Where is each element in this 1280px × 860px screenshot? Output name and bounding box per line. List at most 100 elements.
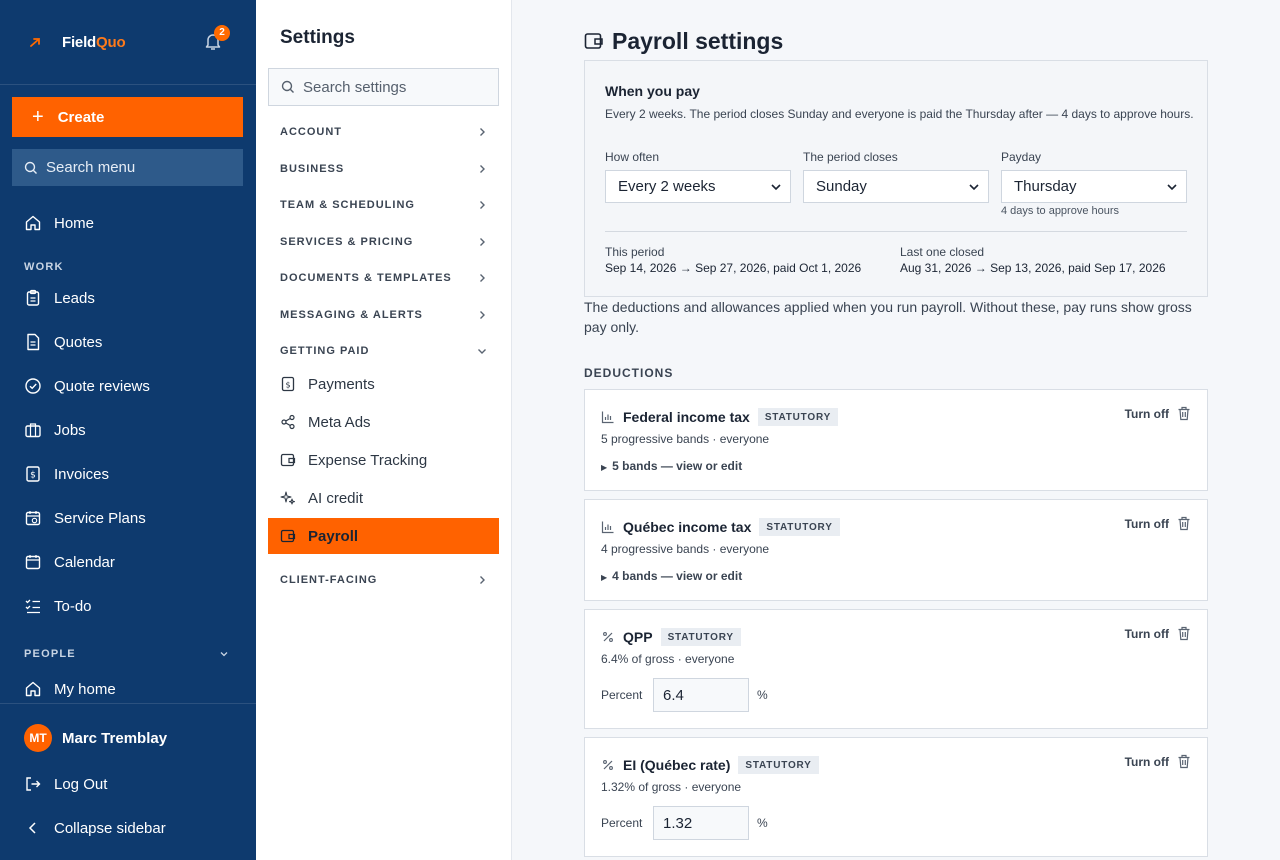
- statutory-badge: STATUTORY: [757, 408, 839, 426]
- nav-label: Jobs: [54, 421, 86, 439]
- chevron-left-icon: [28, 822, 36, 834]
- turn-off-button[interactable]: Turn off: [1125, 517, 1169, 531]
- nav-item-service-plans[interactable]: Service Plans: [24, 506, 146, 530]
- payday-select[interactable]: Thursday: [1001, 170, 1187, 203]
- divider: [0, 84, 256, 85]
- settings-item-payments[interactable]: $ Payments: [280, 373, 375, 395]
- percent-input[interactable]: [653, 678, 749, 712]
- category-services-pricing[interactable]: SERVICES & PRICING: [280, 233, 488, 251]
- user-profile[interactable]: MT Marc Tremblay: [24, 724, 167, 752]
- category-messaging-alerts[interactable]: MESSAGING & ALERTS: [280, 306, 488, 324]
- search-icon: [24, 161, 37, 174]
- collapse-sidebar-button[interactable]: Collapse sidebar: [24, 816, 166, 840]
- trash-icon[interactable]: [1177, 406, 1191, 421]
- deduction-name: EI (Québec rate): [623, 757, 731, 773]
- nav-item-quote-reviews[interactable]: Quote reviews: [24, 374, 150, 398]
- home-icon: [25, 215, 41, 231]
- chevron-right-icon: [480, 165, 485, 173]
- nav-label: Collapse sidebar: [54, 819, 166, 837]
- deduction-summary: 6.4% of gross · everyone: [601, 652, 735, 666]
- wallet-icon: [280, 453, 296, 467]
- nav-item-calendar[interactable]: Calendar: [24, 550, 115, 574]
- main-content: Payroll settings When you pay Every 2 we…: [512, 0, 1280, 860]
- deduction-title: EI (Québec rate) STATUTORY: [601, 756, 819, 774]
- category-team-scheduling[interactable]: TEAM & SCHEDULING: [280, 196, 488, 214]
- percent-unit: %: [757, 816, 768, 830]
- nav-item-to-do[interactable]: To-do: [24, 594, 92, 618]
- nav-label: Quotes: [54, 333, 103, 351]
- trash-icon[interactable]: [1177, 516, 1191, 531]
- wallet-icon: [280, 529, 296, 543]
- bar-chart-icon: [601, 521, 614, 534]
- category-documents-templates[interactable]: DOCUMENTS & TEMPLATES: [280, 269, 488, 287]
- nav-item-invoices[interactable]: $ Invoices: [24, 462, 109, 486]
- settings-item-payroll[interactable]: Payroll: [268, 518, 499, 554]
- nav-item-my-home[interactable]: My home: [24, 677, 116, 701]
- svg-text:$: $: [30, 471, 36, 481]
- nav-section-people: PEOPLE: [24, 648, 76, 660]
- category-label: DOCUMENTS & TEMPLATES: [280, 272, 452, 284]
- settings-item-label: Payments: [308, 375, 375, 393]
- settings-search-placeholder: Search settings: [303, 78, 407, 96]
- deduction-card: Québec income tax STATUTORY 4 progressiv…: [584, 499, 1208, 601]
- logout-button[interactable]: Log Out: [24, 772, 107, 796]
- bands-toggle[interactable]: ▶ 4 bands — view or edit: [601, 569, 742, 583]
- category-client-facing[interactable]: CLIENT-FACING: [280, 571, 488, 589]
- nav-item-leads[interactable]: Leads: [24, 286, 95, 310]
- sparkles-icon: [280, 491, 295, 505]
- this-period-label: This period: [605, 245, 665, 259]
- disclosure-triangle-icon: ▶: [601, 573, 608, 582]
- nav-label: Home: [54, 214, 95, 232]
- settings-item-ai-credit[interactable]: AI credit: [280, 487, 363, 509]
- settings-item-label: Expense Tracking: [308, 451, 428, 469]
- chevron-right-icon: [480, 576, 485, 584]
- nav-label: To-do: [54, 597, 92, 615]
- user-name: Marc Tremblay: [62, 729, 168, 747]
- search-menu-input[interactable]: Search menu: [12, 149, 243, 186]
- trash-icon[interactable]: [1177, 626, 1191, 641]
- chevron-down-icon: [969, 183, 979, 190]
- deductions-intro: The deductions and allowances applied wh…: [584, 299, 1192, 335]
- nav-item-quotes[interactable]: Quotes: [24, 330, 102, 354]
- category-label: BUSINESS: [280, 163, 345, 175]
- bands-toggle[interactable]: ▶ 5 bands — view or edit: [601, 459, 742, 473]
- how-often-select[interactable]: Every 2 weeks: [605, 170, 791, 203]
- deduction-card: QPP STATUTORY 6.4% of gross · everyone P…: [584, 609, 1208, 729]
- category-account[interactable]: ACCOUNT: [280, 123, 488, 141]
- percent-input[interactable]: [653, 806, 749, 840]
- chevron-down-icon[interactable]: [219, 649, 229, 659]
- percent-unit: %: [757, 688, 768, 702]
- deduction-name: QPP: [623, 629, 653, 645]
- payday-hint: 4 days to approve hours: [1001, 205, 1120, 217]
- create-button[interactable]: + Create: [12, 97, 243, 137]
- brand-name: FieldQuo: [62, 33, 126, 51]
- trash-icon[interactable]: [1177, 754, 1191, 769]
- settings-search-input[interactable]: Search settings: [268, 68, 499, 106]
- category-getting-paid[interactable]: GETTING PAID: [280, 342, 488, 360]
- turn-off-button[interactable]: Turn off: [1125, 407, 1169, 421]
- settings-title: Settings: [280, 27, 355, 48]
- home-icon: [25, 681, 41, 697]
- nav-item-home[interactable]: Home: [24, 211, 94, 235]
- nav-label: My home: [54, 680, 116, 698]
- category-business[interactable]: BUSINESS: [280, 160, 488, 178]
- wallet-icon: [584, 33, 603, 49]
- brand-logo[interactable]: FieldQuo: [24, 28, 126, 56]
- settings-item-expense-tracking[interactable]: Expense Tracking: [280, 449, 427, 471]
- bands-toggle-label: 4 bands — view or edit: [612, 569, 743, 583]
- calendar-icon: [25, 555, 41, 570]
- page-title-text: Payroll settings: [612, 27, 784, 54]
- period-closes-select[interactable]: Sunday: [803, 170, 989, 203]
- turn-off-button[interactable]: Turn off: [1125, 755, 1169, 769]
- nav-label: Log Out: [54, 775, 108, 793]
- settings-item-meta-ads[interactable]: Meta Ads: [280, 411, 371, 433]
- nav-item-jobs[interactable]: Jobs: [24, 418, 86, 442]
- turn-off-button[interactable]: Turn off: [1125, 627, 1169, 641]
- period-closes-label: The period closes: [803, 150, 898, 164]
- nav-label: Leads: [54, 289, 95, 307]
- how-often-label: How often: [605, 150, 660, 164]
- search-menu-placeholder: Search menu: [46, 159, 136, 176]
- category-label: MESSAGING & ALERTS: [280, 309, 423, 321]
- percent-icon: [603, 760, 613, 770]
- percent-label: Percent: [601, 816, 643, 830]
